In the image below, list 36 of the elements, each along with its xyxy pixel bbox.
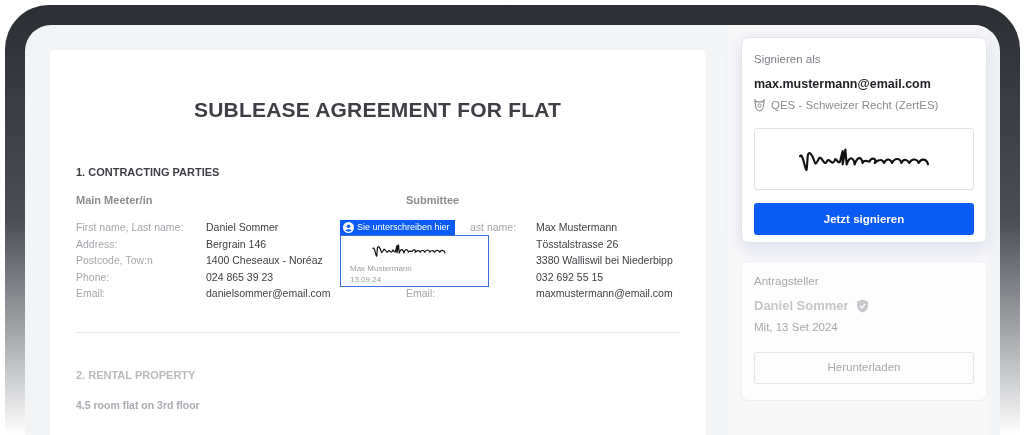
field-value: maxmustermann@email.com [536, 287, 673, 301]
download-button[interactable]: Herunterladen [754, 352, 974, 384]
seal-icon [754, 99, 765, 113]
field-value: Daniel Sommer [206, 221, 279, 235]
signer-email: max.mustermann@email.com [754, 76, 932, 94]
field-value: Max Mustermann [536, 221, 618, 235]
field-value: 032 692 55 15 [536, 270, 604, 285]
section-subheading: 4.5 room flat on 3rd floor [76, 398, 201, 413]
document-title: SUBLEASE AGREEMENT FOR FLAT [192, 97, 563, 123]
field-value: 024 865 39 23 [206, 270, 274, 285]
party-heading: Main Meeter/in [76, 193, 153, 207]
signature-prompt: Sie unterschreiben hier [357, 221, 450, 234]
field-value: Tösstalstrasse 26 [536, 237, 619, 252]
card-label: Antragsteller [754, 274, 820, 289]
field-label: Address: [76, 237, 118, 252]
sign-now-button[interactable]: Jetzt signieren [754, 203, 974, 236]
signature-method: QES - Schweizer Recht (ZertES) [771, 98, 939, 113]
signature-field[interactable]: Max Mustermann 13.09.24 [340, 235, 489, 287]
field-label: Phone: [76, 270, 110, 285]
signature-date: 13.09.24 [350, 274, 383, 285]
field-value: Bergrain 146 [206, 237, 267, 252]
request-date: Mit, 13 Set 2024 [754, 319, 839, 335]
card-label: Signieren als [754, 52, 822, 67]
section-heading: 2. RENTAL PROPERTY [76, 367, 197, 383]
section-heading: 1. CONTRACTING PARTIES [76, 164, 221, 180]
field-value: 1400 Cheseaux - Noréaz [206, 254, 323, 268]
field-label: Postcode, Tow:n [76, 254, 153, 268]
party-heading: Submittee [406, 193, 460, 207]
field-value: 3380 Walliswil bei Niederbipp [536, 254, 673, 268]
field-label: Email: [76, 287, 106, 301]
signer-name: Max Mustermann [350, 263, 413, 274]
requester-name: Daniel Sommer [754, 297, 849, 316]
field-value: danielsommer@email.com [206, 287, 331, 301]
field-label: ast name: [470, 221, 517, 235]
field-label: Email: [406, 287, 436, 301]
field-label: First name, Last name: [76, 221, 184, 235]
